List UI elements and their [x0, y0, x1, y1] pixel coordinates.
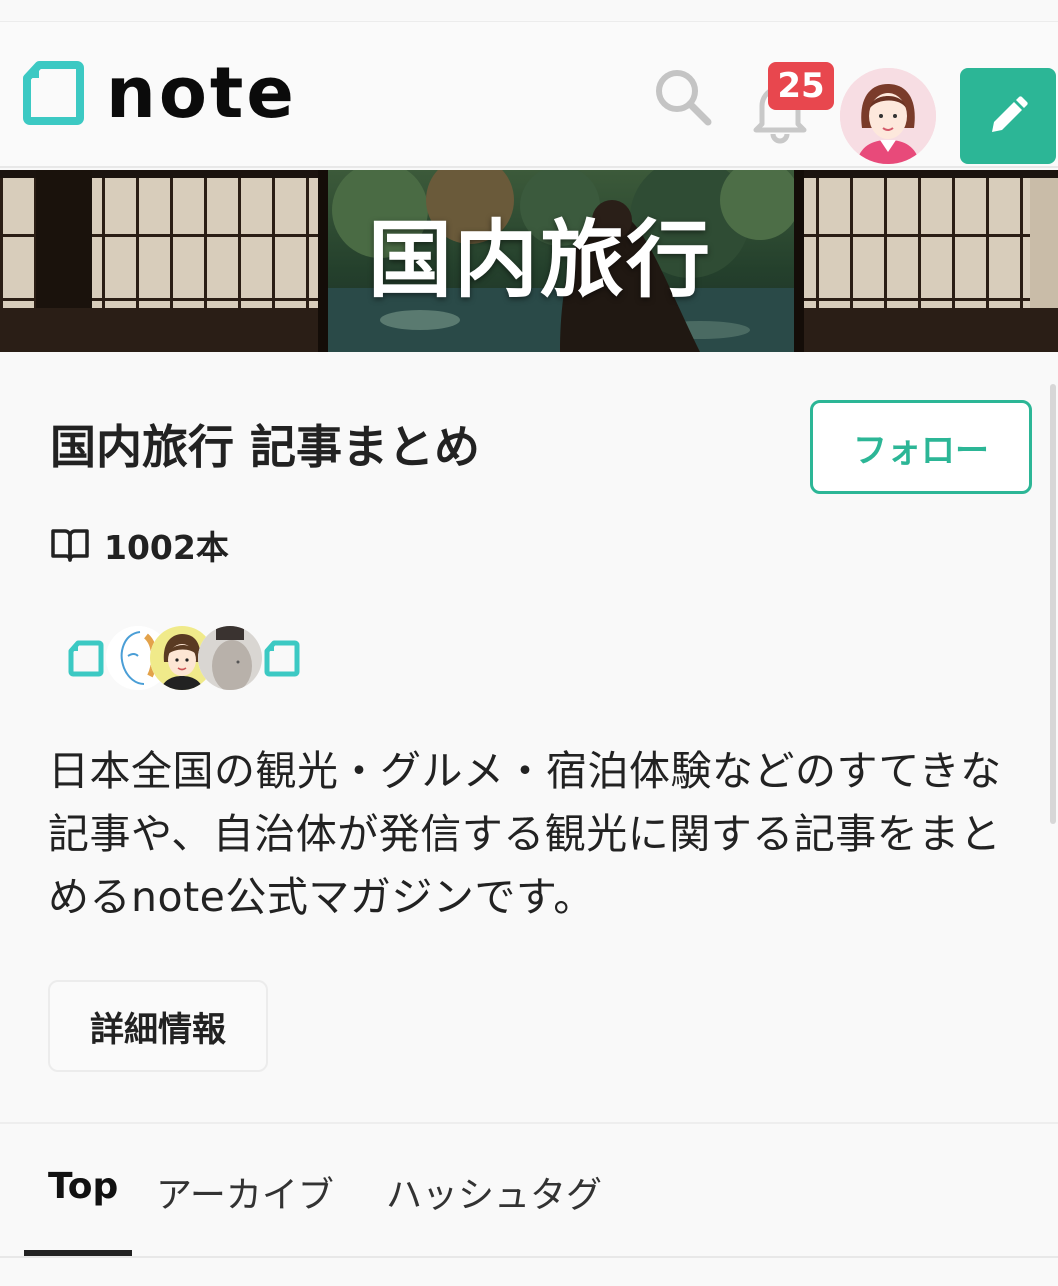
note-writer-icon	[68, 640, 104, 677]
note-writer-icon	[264, 640, 300, 677]
writer-avatar[interactable]	[198, 626, 262, 690]
note-logo[interactable]: note	[22, 58, 297, 128]
search-icon	[656, 70, 712, 126]
writers-list[interactable]	[66, 622, 306, 694]
magazine-banner: 国内旅行	[0, 170, 1058, 352]
magazine-tabs: Top アーカイブ ハッシュタグ	[0, 1150, 1058, 1258]
article-count: 1002本	[50, 520, 229, 570]
book-icon	[51, 529, 89, 562]
notification-badge: 25	[768, 62, 834, 110]
article-count-text: 1002本	[104, 528, 229, 567]
tab-top[interactable]: Top	[48, 1166, 118, 1207]
avatar-illustration	[840, 68, 936, 164]
user-avatar[interactable]	[840, 68, 936, 164]
magazine-title: 国内旅行 記事まとめ	[50, 420, 481, 474]
pencil-icon	[992, 96, 1028, 132]
follow-button[interactable]: フォロー	[810, 400, 1032, 494]
search-button[interactable]	[652, 66, 714, 128]
app-header: note 25	[0, 22, 1058, 168]
detail-button[interactable]: 詳細情報	[48, 980, 268, 1072]
scrollbar[interactable]	[1050, 384, 1056, 824]
logo-text: note	[106, 52, 297, 134]
banner-title: 国内旅行	[367, 211, 712, 309]
note-logo-icon	[23, 61, 84, 125]
status-strip	[0, 0, 1058, 22]
post-button[interactable]	[960, 68, 1056, 164]
section-divider	[0, 1122, 1058, 1124]
tab-archive[interactable]: アーカイブ	[156, 1166, 334, 1218]
magazine-description: 日本全国の観光・グルメ・宿泊体験などのすてきな記事や、自治体が発信する観光に関す…	[48, 747, 1002, 921]
tab-hashtag[interactable]: ハッシュタグ	[386, 1166, 602, 1218]
tabs-bottom-border	[0, 1256, 1058, 1258]
